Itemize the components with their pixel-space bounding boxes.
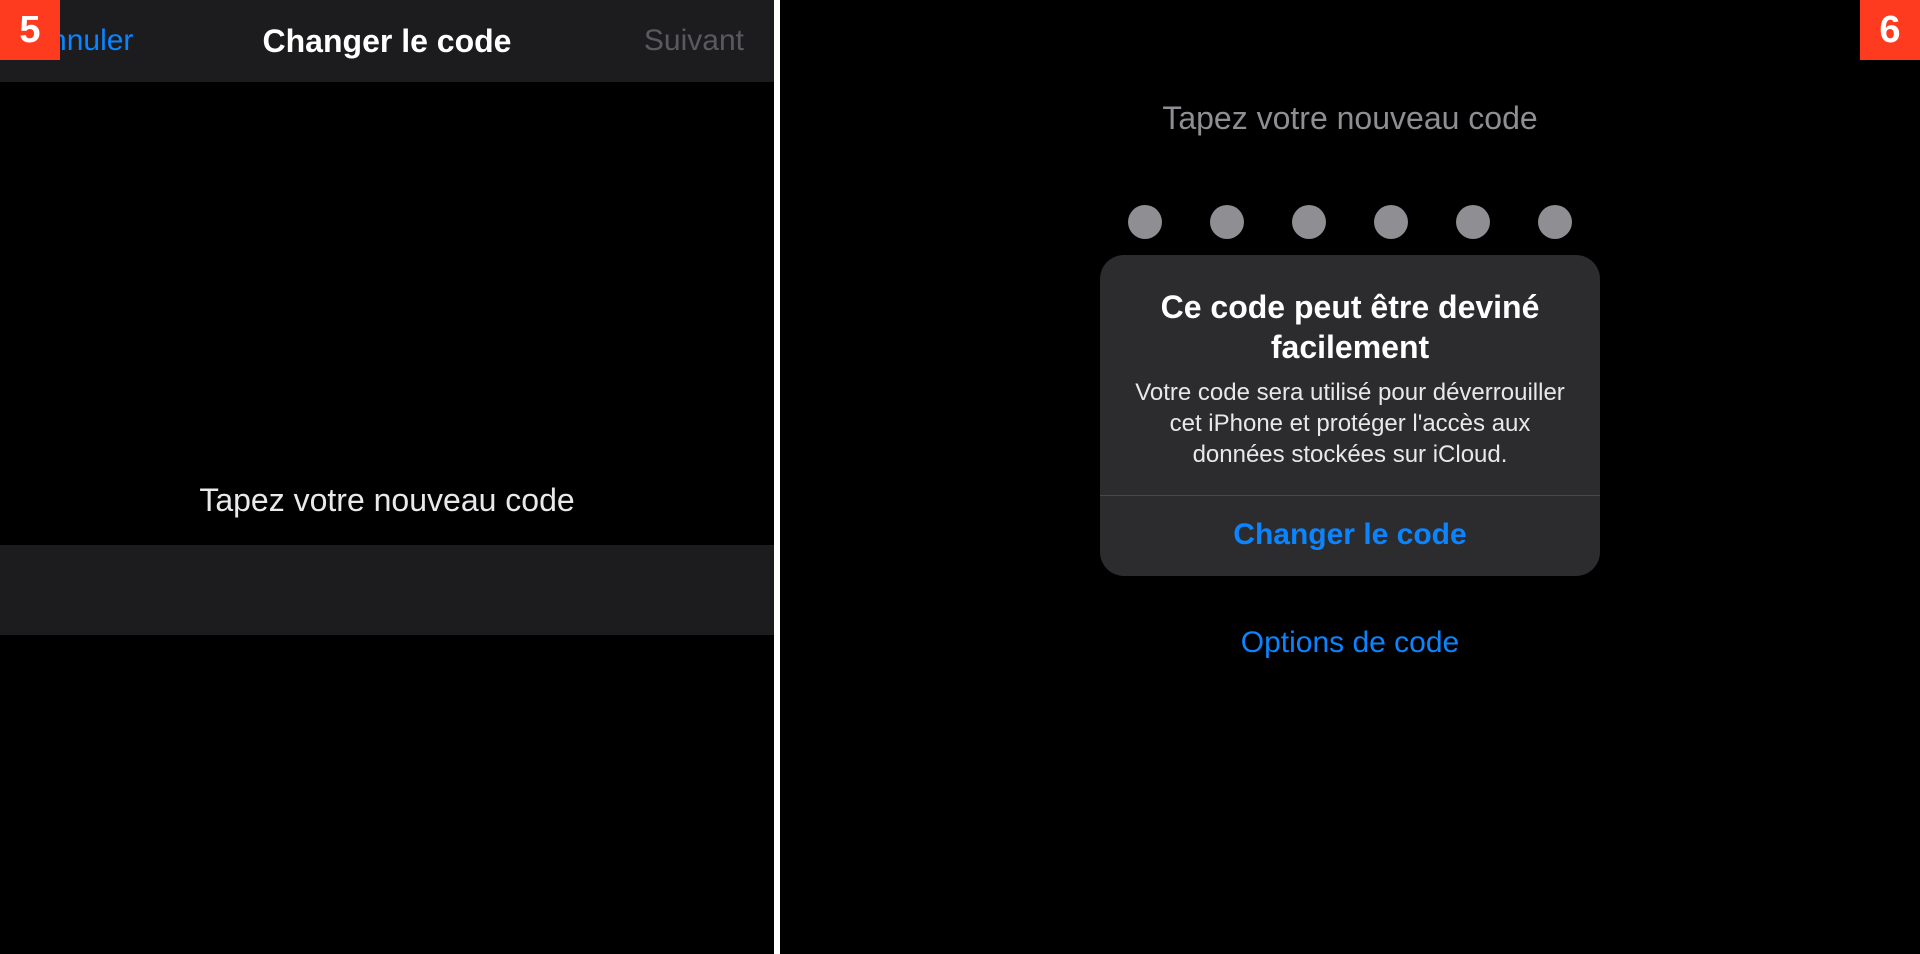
left-content: Tapez votre nouveau code: [0, 82, 774, 954]
weak-passcode-alert: Ce code peut être deviné facilement Votr…: [1100, 255, 1600, 576]
passcode-input[interactable]: [0, 545, 774, 635]
alert-title: Ce code peut être deviné facilement: [1128, 287, 1572, 367]
navigation-bar: Annuler Changer le code Suivant: [0, 0, 774, 82]
passcode-prompt: Tapez votre nouveau code: [0, 482, 774, 519]
right-content: Tapez votre nouveau code Ce code peut êt…: [780, 0, 1920, 660]
passcode-dot-icon: [1128, 205, 1162, 239]
passcode-dot-icon: [1538, 205, 1572, 239]
step-badge-5: 5: [0, 0, 60, 60]
step-5-panel: 5 Annuler Changer le code Suivant Tapez …: [0, 0, 780, 954]
alert-body: Ce code peut être deviné facilement Votr…: [1100, 255, 1600, 495]
passcode-dot-icon: [1456, 205, 1490, 239]
step-6-panel: 6 Tapez votre nouveau code Ce code peut …: [780, 0, 1920, 954]
page-title: Changer le code: [263, 23, 512, 60]
change-code-button[interactable]: Changer le code: [1100, 496, 1600, 576]
next-button[interactable]: Suivant: [644, 24, 744, 58]
step-badge-6: 6: [1860, 0, 1920, 60]
passcode-dots: [1128, 205, 1572, 239]
passcode-dot-icon: [1210, 205, 1244, 239]
alert-message: Votre code sera utilisé pour déverrouill…: [1128, 377, 1572, 471]
passcode-dot-icon: [1292, 205, 1326, 239]
passcode-prompt: Tapez votre nouveau code: [1162, 100, 1537, 137]
passcode-dot-icon: [1374, 205, 1408, 239]
passcode-options-link[interactable]: Options de code: [1241, 626, 1459, 660]
